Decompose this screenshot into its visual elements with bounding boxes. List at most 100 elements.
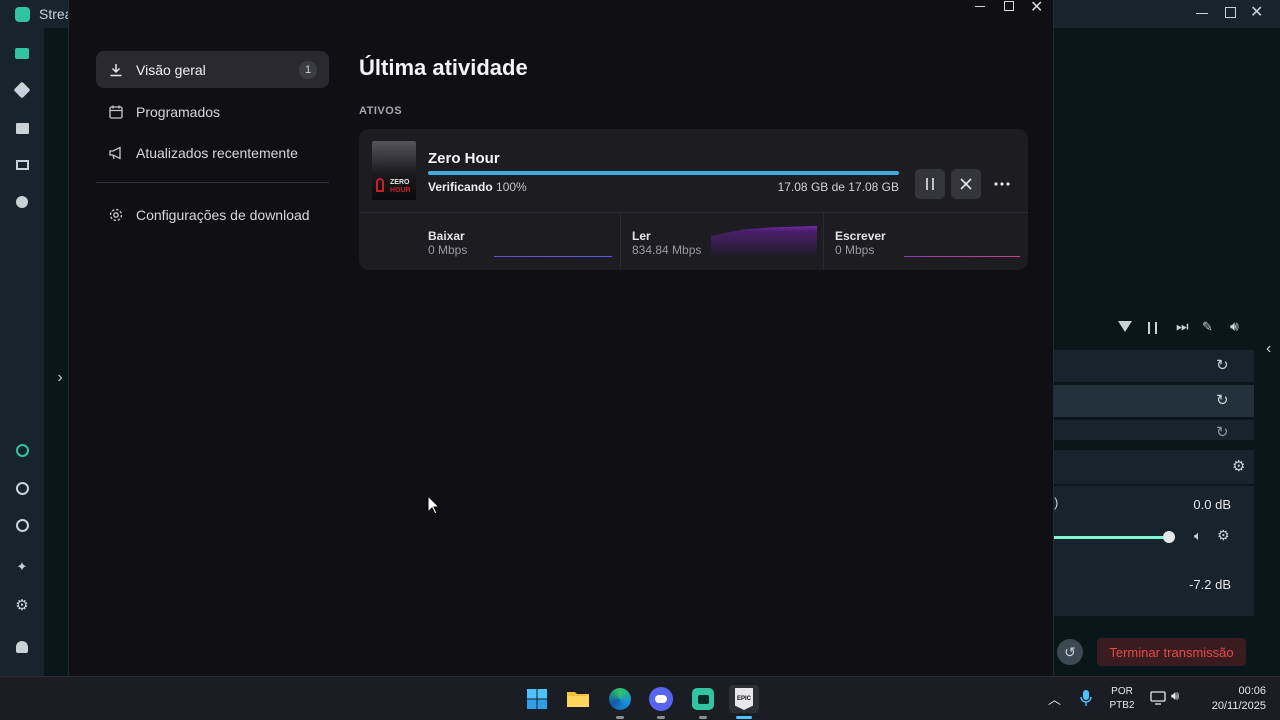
cover-text-1: ZERO: [390, 179, 410, 186]
start-button[interactable]: [523, 685, 551, 713]
file-explorer-button[interactable]: [564, 685, 592, 713]
audio-mixer-panel: ) 0.0 dB 🔈︎ ⚙ -7.2 dB: [1054, 486, 1254, 616]
stat-write-value: 0 Mbps: [835, 243, 875, 257]
sidebar-item-label: Visão geral: [136, 61, 206, 78]
end-stream-button[interactable]: Terminar transmissão: [1097, 638, 1246, 666]
pause-button[interactable]: [915, 169, 945, 199]
close-button[interactable]: ✕: [1030, 0, 1043, 17]
progress-bar-fill: [428, 171, 899, 175]
background-left-rail: › ✦ ⚙: [0, 28, 63, 676]
app-icon-3[interactable]: [12, 515, 32, 535]
refresh-icon[interactable]: ↻: [1216, 423, 1229, 441]
stat-read-value: 834.84 Mbps: [632, 243, 702, 257]
streamlabs-button[interactable]: [689, 685, 717, 719]
clock[interactable]: 00:06 20/11/2025: [1196, 684, 1266, 714]
volume-slider[interactable]: [1054, 536, 1169, 539]
profile-icon[interactable]: [12, 637, 32, 657]
volume-slider-handle[interactable]: [1163, 531, 1175, 543]
stat-download-label: Baixar: [428, 229, 465, 243]
mixer-settings-gear-icon[interactable]: ⚙: [1232, 457, 1245, 475]
streamlabs-icon: [692, 688, 714, 710]
stat-download: Baixar 0 Mbps: [359, 213, 620, 270]
cancel-button[interactable]: [951, 169, 981, 199]
filter-icon[interactable]: [1118, 321, 1132, 332]
stat-write-label: Escrever: [835, 229, 886, 243]
overview-count-badge: 1: [299, 61, 317, 79]
editor-icon[interactable]: [12, 43, 32, 63]
refresh-icon[interactable]: ↻: [1216, 356, 1229, 374]
status-text: Verificando 100%: [428, 180, 527, 194]
expand-arrow-icon[interactable]: ›: [50, 368, 70, 388]
sidebar-item-overview[interactable]: Visão geral 1: [96, 51, 329, 88]
calendar-icon: [108, 104, 124, 120]
section-label: ATIVOS: [359, 105, 403, 117]
page-title: Última atividade: [359, 55, 528, 80]
volume-icon[interactable]: 🔊︎: [1230, 318, 1239, 335]
network-icon[interactable]: [1150, 691, 1166, 705]
sidebar-item-label: Programados: [136, 103, 221, 120]
sidebar-item-download-settings[interactable]: Configurações de download: [96, 196, 329, 233]
audio-mixer-header: ⚙: [1054, 450, 1254, 484]
gear-icon: [108, 207, 124, 223]
themes-icon[interactable]: [12, 80, 32, 100]
epic-games-icon: EPIC: [735, 688, 753, 710]
show-hidden-icons-chevron-icon[interactable]: ︿: [1048, 689, 1061, 708]
studio-mode-button[interactable]: ↺: [1057, 639, 1083, 665]
bg-maximize-button[interactable]: [1225, 7, 1236, 18]
stat-read-label: Ler: [632, 229, 651, 243]
microphone-icon[interactable]: [1080, 689, 1092, 707]
audio-level-2: -7.2 dB: [1189, 577, 1231, 592]
bg-close-button[interactable]: ✕: [1250, 2, 1263, 22]
refresh-icon[interactable]: ↻: [1216, 391, 1229, 409]
pause-icon: [926, 178, 934, 190]
write-speed-graph: [904, 256, 1020, 257]
stat-write: Escrever 0 Mbps: [824, 213, 1028, 270]
speaker-icon[interactable]: 🔊︎: [1171, 688, 1179, 704]
mixer-controls-bar: ⏭ ✎ 🔊︎: [1054, 315, 1254, 343]
edge-browser-button[interactable]: [606, 685, 634, 719]
language-indicator[interactable]: POR PTB2: [1106, 685, 1138, 713]
maximize-button[interactable]: [1004, 1, 1014, 11]
more-icon: [994, 182, 1010, 186]
play-icon[interactable]: [12, 192, 32, 212]
clock-time: 00:06: [1238, 685, 1266, 697]
scene-row-3[interactable]: ↻: [1054, 420, 1254, 441]
stat-download-value: 0 Mbps: [428, 243, 468, 257]
more-options-button[interactable]: [987, 169, 1017, 199]
epic-downloads-window: ✕ Visão geral 1 Programados Atualizados …: [68, 0, 1054, 676]
megaphone-icon: [108, 145, 124, 161]
close-icon: [960, 178, 972, 190]
scene-row-2[interactable]: ↻: [1054, 385, 1254, 417]
settings-gear-icon[interactable]: ⚙: [12, 595, 32, 615]
folder-icon: [567, 692, 589, 707]
bg-minimize-button[interactable]: [1196, 13, 1208, 14]
speaker-icon[interactable]: 🔈︎: [1194, 528, 1202, 544]
clock-date: 20/11/2025: [1211, 700, 1266, 712]
minimize-button[interactable]: [975, 6, 985, 7]
sidebar-item-label: Configurações de download: [136, 206, 310, 223]
language-line1: POR: [1111, 686, 1133, 697]
taskbar: EPIC ︿ POR PTB2 🔊︎ 00:06 20/11/2025: [0, 676, 1280, 720]
sidebar-divider: [96, 182, 329, 183]
mute-mic-icon[interactable]: ✎: [1202, 319, 1213, 335]
app-icon-1[interactable]: [12, 440, 32, 460]
pause-icon[interactable]: [1148, 322, 1157, 334]
sparkle-icon[interactable]: ✦: [12, 557, 32, 577]
discord-button[interactable]: [647, 685, 675, 719]
end-stream-label: Terminar transmissão: [1109, 644, 1234, 660]
game-cover-art[interactable]: ZERO HOUR: [372, 141, 416, 200]
sidebar-item-scheduled[interactable]: Programados: [96, 93, 329, 130]
sidebar-item-recently-updated[interactable]: Atualizados recentemente: [96, 134, 329, 171]
app-icon-2[interactable]: [12, 478, 32, 498]
audio-settings-icon[interactable]: ⚙: [1217, 527, 1230, 544]
streamlabs-logo-icon: [15, 7, 30, 22]
collapse-arrow-icon[interactable]: ‹: [1266, 340, 1271, 358]
store-icon[interactable]: [12, 118, 32, 138]
next-icon[interactable]: ⏭: [1176, 318, 1189, 335]
scene-row-1[interactable]: ↻: [1054, 350, 1254, 382]
clips-icon[interactable]: [12, 155, 32, 175]
status-label: Verificando: [428, 180, 493, 194]
edge-icon: [609, 688, 631, 710]
epic-games-button[interactable]: EPIC: [729, 685, 759, 719]
progress-track: [428, 171, 899, 175]
